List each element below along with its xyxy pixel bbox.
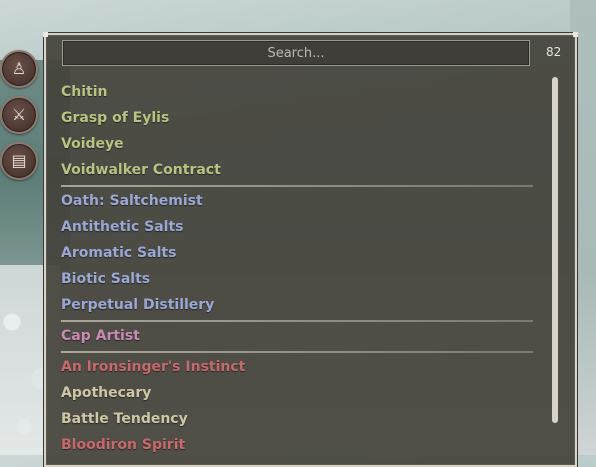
panel-corner [43,32,48,37]
list-item[interactable]: Grasp of Eylis [61,105,531,131]
list-item[interactable]: Antithetic Salts [61,214,531,240]
list-item[interactable]: Chitin [61,79,531,105]
list-item[interactable]: Bloodiron Spirit [61,432,531,458]
crossed-swords-button[interactable]: ⚔ [0,96,38,134]
list-item[interactable]: Aromatic Salts [61,240,531,266]
list-item[interactable]: Voideye [61,131,531,157]
pawn-icon: ♙ [11,59,27,78]
result-count: 82 [546,45,562,59]
list-item[interactable]: Oath: Saltchemist [61,188,531,214]
list-item[interactable]: Voidwalker Contract [61,157,531,183]
crossed-swords-icon: ⚔ [11,105,27,124]
panel-corner [573,32,578,37]
scroll-icon: ▤ [11,151,27,170]
list-item[interactable]: Biotic Salts [61,266,531,292]
scrollbar[interactable] [552,77,558,423]
list-item[interactable]: Battle Tendency [61,406,531,432]
search-input[interactable] [63,41,529,65]
pawn-button[interactable]: ♙ [0,50,38,88]
group-divider [61,320,533,322]
list-item[interactable]: Cap Artist [61,323,531,349]
list-item[interactable]: Perpetual Distillery [61,292,531,318]
group-divider [61,185,533,187]
item-list-panel: 82 ChitinGrasp of EylisVoideyeVoidwalker… [43,32,578,467]
group-divider [61,351,533,353]
list-item[interactable]: Apothecary [61,380,531,406]
list-item[interactable]: An Ironsinger's Instinct [61,354,531,380]
search-box [62,40,530,66]
ability-list: Chitin Grasp of Eylis Voideye Voidwalker Co… [61,79,533,458]
scroll-button[interactable]: ▤ [0,142,38,180]
